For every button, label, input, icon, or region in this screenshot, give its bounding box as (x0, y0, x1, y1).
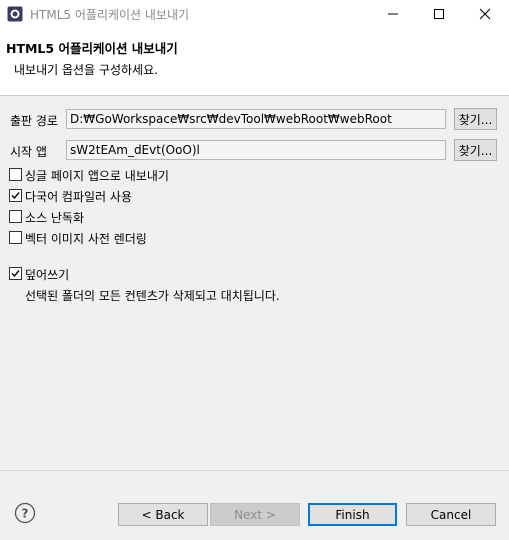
overwrite-description: 선택된 폴더의 모든 컨텐츠가 삭제되고 대치됩니다. (25, 289, 280, 303)
overwrite-checkbox[interactable] (9, 267, 22, 280)
obfuscate-source-checkbox[interactable] (9, 210, 22, 223)
maximize-button[interactable] (416, 0, 462, 28)
footer-divider (0, 470, 509, 471)
title-bar: HTML5 어플리케이션 내보내기 (0, 0, 509, 28)
output-path-input[interactable] (66, 109, 446, 129)
close-button[interactable] (462, 0, 508, 28)
start-app-input[interactable] (66, 140, 446, 160)
help-icon[interactable]: ? (14, 502, 36, 524)
single-page-app-label: 싱글 페이지 앱으로 내보내기 (25, 169, 169, 183)
svg-text:?: ? (22, 507, 29, 521)
page-title: HTML5 어플리케이션 내보내기 (6, 41, 178, 56)
checkmark-icon (11, 270, 20, 278)
output-path-browse-button[interactable]: 찾기... (454, 108, 497, 130)
minimize-icon (388, 13, 398, 15)
vector-prerender-checkbox[interactable] (9, 231, 22, 244)
page-subtitle: 내보내기 옵션을 구성하세요. (14, 63, 158, 77)
overwrite-label: 덮어쓰기 (25, 268, 70, 282)
minimize-button[interactable] (370, 0, 416, 28)
next-button[interactable]: Next > (210, 503, 300, 526)
close-icon (479, 8, 491, 20)
eclipse-app-icon (7, 6, 23, 22)
multilang-compiler-checkbox[interactable] (9, 189, 22, 202)
cancel-button[interactable]: Cancel (406, 503, 496, 526)
multilang-compiler-label: 다국어 컴파일러 사용 (25, 190, 132, 204)
start-app-browse-button[interactable]: 찾기... (454, 139, 497, 161)
output-path-label: 출판 경로 (10, 114, 58, 128)
finish-button[interactable]: Finish (308, 503, 397, 526)
back-button[interactable]: < Back (118, 503, 208, 526)
vector-prerender-label: 벡터 이미지 사전 렌더링 (25, 232, 147, 246)
window-title: HTML5 어플리케이션 내보내기 (30, 8, 190, 22)
wizard-header: HTML5 어플리케이션 내보내기 내보내기 옵션을 구성하세요. (0, 28, 509, 96)
obfuscate-source-label: 소스 난독화 (25, 211, 85, 225)
single-page-app-checkbox[interactable] (9, 168, 22, 181)
start-app-label: 시작 앱 (10, 145, 47, 159)
maximize-icon (434, 9, 444, 19)
checkmark-icon (11, 192, 20, 200)
